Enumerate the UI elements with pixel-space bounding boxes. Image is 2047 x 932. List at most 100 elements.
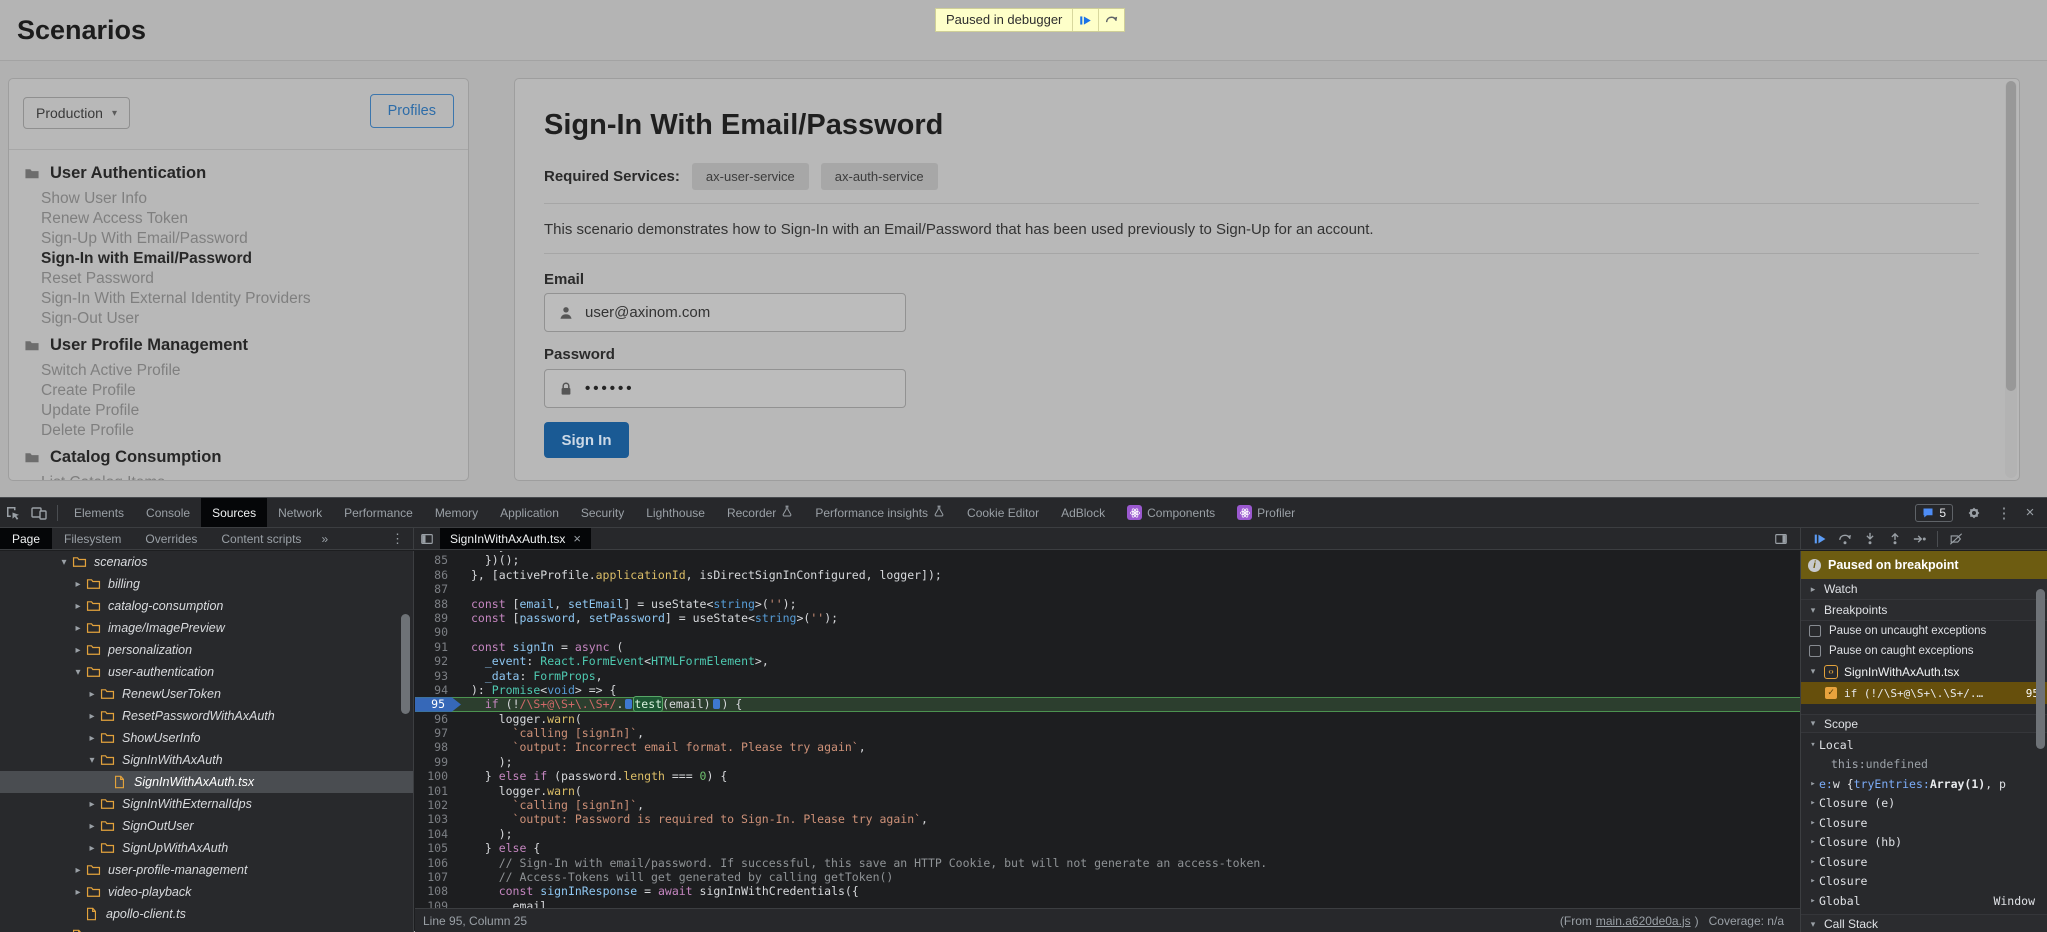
tab-lighthouse[interactable]: Lighthouse — [635, 498, 716, 527]
more-options-button[interactable]: ⋮ — [1995, 504, 2013, 522]
sidebar-item-renew-access-token[interactable]: Renew Access Token — [41, 209, 468, 229]
pause-uncaught-exceptions-option[interactable]: Pause on uncaught exceptions — [1801, 621, 2047, 641]
line-number[interactable]: 106 — [415, 856, 461, 870]
line-number[interactable]: 96 — [415, 712, 461, 726]
navigator-menu-button[interactable]: ⋮ — [382, 531, 413, 547]
tab-application[interactable]: Application — [489, 498, 570, 527]
code-content[interactable]: `output: Incorrect email format. Please … — [461, 740, 866, 754]
breakpoint-entry[interactable]: ✓ if (!/\S+@\S+\.\S+/.… 95 — [1801, 682, 2047, 704]
tab-components[interactable]: Components — [1116, 498, 1226, 527]
line-number[interactable]: 97 — [415, 726, 461, 740]
tree-folder-signoutuser[interactable]: ▸SignOutUser — [0, 815, 413, 837]
line-number[interactable]: 85 — [415, 553, 461, 567]
email-field[interactable]: user@axinom.com — [544, 293, 906, 332]
sidebar-item-switch-active-profile[interactable]: Switch Active Profile — [41, 361, 468, 381]
code-content[interactable]: _event: React.FormEvent<HTMLFormElement>… — [461, 654, 769, 668]
resume-script-button[interactable] — [1072, 9, 1098, 31]
tree-file-signinwithaxauth-tsx[interactable]: SignInWithAxAuth.tsx — [0, 771, 413, 793]
sidebar-item-show-user-info[interactable]: Show User Info — [41, 189, 468, 209]
navigator-scrollbar[interactable] — [401, 614, 410, 714]
code-content[interactable]: }, [activeProfile.applicationId, isDirec… — [461, 568, 942, 582]
line-number[interactable]: 90 — [415, 625, 461, 639]
close-devtools-button[interactable]: × — [2021, 504, 2039, 521]
line-number[interactable]: 91 — [415, 640, 461, 654]
watch-section-header[interactable]: ▸ Watch — [1801, 579, 2047, 600]
code-content[interactable]: `calling [signIn]`, — [461, 726, 644, 740]
line-number[interactable]: 109 — [415, 899, 461, 908]
code-content[interactable]: const signIn = async ( — [461, 640, 623, 654]
navtab-page[interactable]: Page — [0, 528, 52, 549]
tab-performance-insights[interactable]: Performance insights — [804, 498, 956, 527]
line-number[interactable]: 105 — [415, 841, 461, 855]
password-field[interactable]: •••••• — [544, 369, 906, 408]
tab-cookie-editor[interactable]: Cookie Editor — [956, 498, 1050, 527]
editor-file-tab[interactable]: SignInWithAxAuth.tsx × — [440, 528, 591, 549]
line-number[interactable]: 107 — [415, 870, 461, 884]
code-content[interactable] — [461, 582, 471, 596]
tab-elements[interactable]: Elements — [63, 498, 135, 527]
panel-scrollbar[interactable] — [2005, 81, 2017, 478]
line-number[interactable]: 89 — [415, 611, 461, 625]
navtab-overrides[interactable]: Overrides — [133, 528, 209, 549]
toggle-navigator-icon[interactable] — [414, 532, 440, 546]
breakpoint-file-group[interactable]: ▾ ‹› SignInWithAxAuth.tsx — [1801, 661, 2047, 682]
tab-profiler[interactable]: Profiler — [1226, 498, 1306, 527]
tab-sources[interactable]: Sources — [201, 498, 267, 527]
tab-network[interactable]: Network — [267, 498, 333, 527]
tree-folder-signinwithexternalidps[interactable]: ▸SignInWithExternalIdps — [0, 793, 413, 815]
scope-row[interactable]: ▸GlobalWindow — [1801, 891, 2047, 911]
device-toolbar-button[interactable] — [26, 498, 52, 527]
code-content[interactable]: logger.warn( — [461, 712, 582, 726]
scrollbar-thumb[interactable] — [2006, 81, 2016, 391]
tree-folder-resetpasswordwithaxauth[interactable]: ▸ResetPasswordWithAxAuth — [0, 705, 413, 727]
profiles-button[interactable]: Profiles — [370, 94, 454, 128]
tree-folder-personalization[interactable]: ▸personalization — [0, 639, 413, 661]
tab-security[interactable]: Security — [570, 498, 635, 527]
navtab-content-scripts[interactable]: Content scripts — [209, 528, 313, 549]
code-content[interactable]: } else if (password.length === 0) { — [461, 769, 727, 783]
deactivate-breakpoints-button[interactable] — [1943, 528, 1968, 549]
step-button[interactable] — [1907, 528, 1932, 549]
tree-folder-user-authentication[interactable]: ▾user-authentication — [0, 661, 413, 683]
sidebar-group-user-authentication[interactable]: User Authentication — [9, 161, 468, 185]
line-number[interactable]: 92 — [415, 654, 461, 668]
sign-in-button[interactable]: Sign In — [544, 422, 629, 458]
tab-memory[interactable]: Memory — [424, 498, 489, 527]
code-content[interactable]: if (!/\S+@\S+\.\S+/.test(email)) { — [461, 697, 742, 711]
tree-folder-renewusertoken[interactable]: ▸RenewUserToken — [0, 683, 413, 705]
toggle-debugger-sidebar-icon[interactable] — [1768, 532, 1794, 546]
line-number[interactable]: 102 — [415, 798, 461, 812]
scope-row[interactable]: ▾Local — [1801, 735, 2047, 755]
line-number[interactable]: 95 — [415, 697, 461, 711]
line-number[interactable]: 98 — [415, 740, 461, 754]
code-content[interactable]: ); — [461, 755, 513, 769]
tree-folder-user-profile-management[interactable]: ▸user-profile-management — [0, 859, 413, 881]
sidebar-group-catalog-consumption[interactable]: Catalog Consumption — [9, 445, 468, 469]
line-number[interactable]: 87 — [415, 582, 461, 596]
debugger-scrollbar[interactable] — [2036, 589, 2045, 749]
sidebar-item-delete-profile[interactable]: Delete Profile — [41, 421, 468, 441]
sidebar-item-update-profile[interactable]: Update Profile — [41, 401, 468, 421]
settings-button[interactable] — [1961, 505, 1987, 521]
line-number[interactable]: 94 — [415, 683, 461, 697]
code-content[interactable]: const [email, setEmail] = useState<strin… — [461, 597, 797, 611]
sidebar-item-create-profile[interactable]: Create Profile — [41, 381, 468, 401]
tree-folder-image-imagepreview[interactable]: ▸image/ImagePreview — [0, 617, 413, 639]
step-over-button[interactable] — [1832, 528, 1857, 549]
tab-performance[interactable]: Performance — [333, 498, 424, 527]
code-content[interactable]: `output: Password is required to Sign-In… — [461, 812, 928, 826]
line-number[interactable]: 93 — [415, 669, 461, 683]
breakpoints-section-header[interactable]: ▾ Breakpoints — [1801, 600, 2047, 621]
inspect-element-button[interactable] — [0, 498, 26, 527]
line-number[interactable]: 86 — [415, 568, 461, 582]
sidebar-item-sign-in-with-external-identity-providers[interactable]: Sign-In With External Identity Providers — [41, 289, 468, 309]
code-content[interactable]: _data: FormProps, — [461, 669, 603, 683]
line-number[interactable]: 88 — [415, 597, 461, 611]
tab-adblock[interactable]: AdBlock — [1050, 498, 1116, 527]
code-content[interactable]: })(); — [461, 553, 519, 567]
code-content[interactable]: const [password, setPassword] = useState… — [461, 611, 838, 625]
tree-folder-scenarios[interactable]: ▾scenarios — [0, 551, 413, 573]
sidebar-item-sign-out-user[interactable]: Sign-Out User — [41, 309, 468, 329]
step-out-button[interactable] — [1882, 528, 1907, 549]
step-into-button[interactable] — [1857, 528, 1882, 549]
